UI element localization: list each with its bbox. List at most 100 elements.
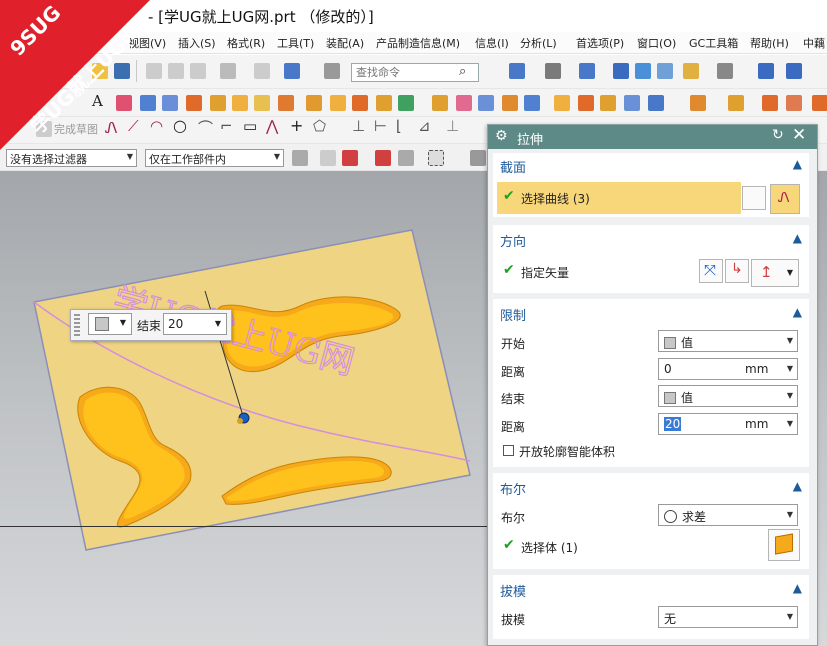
vector-type-dropdown[interactable]: ↥ ▼ — [751, 259, 799, 287]
snap-control-icon[interactable] — [398, 150, 414, 166]
start-distance-input[interactable]: 0 mm ▼ — [658, 358, 798, 380]
gear-icon[interactable]: ⚙ — [495, 128, 508, 144]
snap-end-icon[interactable] — [342, 150, 358, 166]
touch-mode-icon[interactable] — [324, 63, 340, 79]
quick-trim-icon[interactable]: ⊥ — [446, 117, 459, 135]
replace-face-icon[interactable] — [578, 95, 594, 111]
show-hide-icon[interactable] — [758, 63, 774, 79]
collapse-icon[interactable]: ▲ — [793, 231, 802, 245]
chamfer-icon[interactable] — [432, 95, 448, 111]
emboss-icon[interactable] — [728, 95, 744, 111]
onscreen-type-dropdown[interactable]: ▼ — [88, 313, 132, 335]
menu-more[interactable]: 中藕 — [803, 35, 825, 51]
point-sketch-icon[interactable]: + — [290, 116, 303, 135]
arc-icon[interactable]: ◠ — [150, 117, 163, 135]
end-option-dropdown[interactable]: 值 ▼ — [658, 385, 798, 407]
menu-information[interactable]: 信息(I) — [475, 35, 509, 51]
trim-icon[interactable]: ⊥ — [352, 117, 365, 135]
end-distance-input[interactable]: 20 mm ▼ — [658, 413, 798, 435]
select-curve-row[interactable]: ✔ 选择曲线 (3) — [497, 182, 741, 214]
section-view-icon[interactable] — [657, 63, 673, 79]
close-icon[interactable]: ✕ — [792, 125, 806, 145]
view-table-icon[interactable] — [509, 63, 525, 79]
split-body-icon[interactable] — [524, 95, 540, 111]
sew-icon[interactable] — [786, 95, 802, 111]
rectangle-select-icon[interactable] — [428, 150, 444, 166]
collapse-icon[interactable]: ▲ — [793, 305, 802, 319]
limits-header[interactable]: 限制 — [500, 305, 526, 324]
thicken-icon[interactable] — [762, 95, 778, 111]
curve-button[interactable]: Ꮑ — [770, 184, 800, 214]
menu-preferences[interactable]: 首选项(P) — [576, 35, 624, 51]
make-corner-icon[interactable]: ⊿ — [418, 117, 431, 135]
circle-icon[interactable]: ○ — [173, 116, 187, 135]
offset-face-icon[interactable] — [554, 95, 570, 111]
menu-gc-toolbox[interactable]: GC工具箱 — [689, 35, 738, 51]
move-object-icon[interactable] — [786, 63, 802, 79]
patch-icon[interactable] — [812, 95, 827, 111]
render-style-icon[interactable] — [545, 63, 561, 79]
menu-window[interactable]: 窗口(O) — [637, 35, 676, 51]
direction-header[interactable]: 方向 — [500, 231, 526, 250]
pattern-icon[interactable] — [306, 95, 322, 111]
drag-grip-icon[interactable] — [74, 314, 80, 336]
menu-analysis[interactable]: 分析(L) — [520, 35, 557, 51]
redo-icon[interactable] — [254, 63, 270, 79]
background-color-icon[interactable] — [717, 63, 733, 79]
synchronous-icon[interactable] — [648, 95, 664, 111]
boss-icon[interactable] — [278, 95, 294, 111]
draft-icon[interactable] — [456, 95, 472, 111]
polyline-icon[interactable]: ⋀ — [266, 117, 278, 135]
boolean-dropdown[interactable]: 求差 ▼ — [658, 504, 798, 526]
undo-icon[interactable] — [220, 63, 236, 79]
collapse-icon[interactable]: ▲ — [793, 581, 802, 595]
start-option-dropdown[interactable]: 值 ▼ — [658, 330, 798, 352]
rectangle-icon[interactable]: ▭ — [243, 117, 257, 135]
mirror-icon[interactable] — [690, 95, 706, 111]
collapse-icon[interactable]: ▲ — [793, 157, 802, 171]
boolean-header[interactable]: 布尔 — [500, 479, 526, 498]
fillet-icon[interactable]: ⌒ — [198, 117, 213, 138]
unite-icon[interactable] — [330, 95, 346, 111]
menu-format[interactable]: 格式(R) — [227, 35, 265, 51]
snap-point-icon[interactable] — [320, 150, 336, 166]
select-body-button[interactable] — [768, 529, 800, 561]
section-header[interactable]: 截面 — [500, 157, 526, 176]
offset-curve-icon[interactable]: ⬠ — [313, 117, 326, 135]
selection-settings-icon[interactable] — [292, 150, 308, 166]
command-finder-icon[interactable] — [284, 63, 300, 79]
reset-icon[interactable]: ↻ — [772, 127, 784, 143]
menu-insert[interactable]: 插入(S) — [178, 35, 216, 51]
revolve-icon[interactable] — [232, 95, 248, 111]
corner-icon[interactable]: ⌊ — [396, 117, 402, 135]
menu-assembly[interactable]: 装配(A) — [326, 35, 364, 51]
vector-dialog-button[interactable]: ↳ — [725, 259, 749, 283]
delete-face-icon[interactable] — [624, 95, 640, 111]
draft-header[interactable]: 拔模 — [500, 581, 526, 600]
draft-dropdown[interactable]: 无 ▼ — [658, 606, 798, 628]
type-filter-dropdown[interactable]: 没有选择过滤器 ▼ — [6, 149, 137, 167]
collapse-icon[interactable]: ▲ — [793, 479, 802, 493]
edge-blend-icon[interactable] — [398, 95, 414, 111]
snap-mid-icon[interactable] — [375, 150, 391, 166]
chamfer-sketch-icon[interactable]: ⌐ — [220, 117, 233, 135]
reverse-direction-button[interactable]: ⤧ — [699, 259, 723, 283]
sphere-icon[interactable] — [186, 95, 202, 111]
view-cube-icon[interactable] — [613, 63, 629, 79]
sketch-section-button[interactable] — [742, 186, 766, 210]
onscreen-end-input[interactable]: 20 ▼ — [163, 313, 227, 335]
copy-icon[interactable] — [168, 63, 184, 79]
cylinder-icon[interactable] — [162, 95, 178, 111]
intersect-icon[interactable] — [376, 95, 392, 111]
open-profile-checkbox[interactable] — [503, 445, 514, 456]
search-icon[interactable]: ⌕ — [459, 64, 466, 79]
scope-filter-dropdown[interactable]: 仅在工作部件内 ▼ — [145, 149, 284, 167]
paste-icon[interactable] — [190, 63, 206, 79]
shaded-cube-icon[interactable] — [579, 63, 595, 79]
wireframe-cube-icon[interactable] — [635, 63, 651, 79]
menu-pmi[interactable]: 产品制造信息(M) — [376, 35, 460, 51]
move-face-icon[interactable] — [600, 95, 616, 111]
hole-icon[interactable] — [254, 95, 270, 111]
shell-icon[interactable] — [478, 95, 494, 111]
subtract-icon[interactable] — [352, 95, 368, 111]
